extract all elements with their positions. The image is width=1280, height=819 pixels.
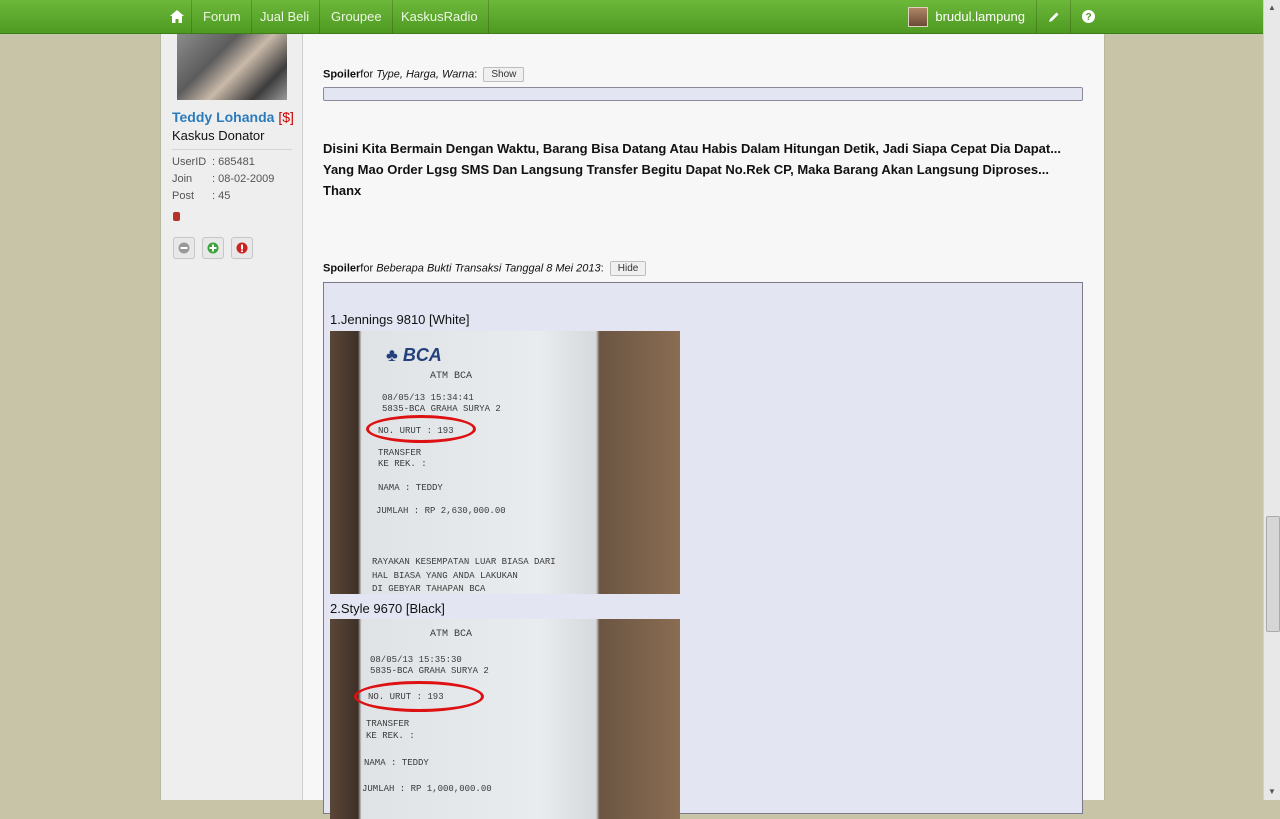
spoiler-hide-button[interactable]: Hide <box>609 261 647 276</box>
spoiler-header-1: Spoilerfor Type, Harga, Warna: Show <box>323 67 525 82</box>
spoiler-box-collapsed <box>323 87 1083 101</box>
receipt-line: ATM BCA <box>430 371 473 382</box>
scroll-down-arrow-icon[interactable]: ▼ <box>1264 784 1280 800</box>
stat-label: Join <box>172 173 193 185</box>
receipt-line: TRANSFER <box>366 719 410 729</box>
scrollbar-thumb[interactable] <box>1266 516 1280 632</box>
divider <box>172 149 292 150</box>
page-scrollbar[interactable]: ▲ ▼ <box>1263 0 1280 800</box>
add-chat-icon <box>207 242 219 254</box>
profile-title: Kaskus Donator <box>172 128 265 143</box>
spoiler-label: Spoiler <box>323 262 361 275</box>
item-label-1: 1.Jennings 9810 [White] <box>330 312 470 327</box>
receipt-line: KE REK. : <box>366 731 415 741</box>
spoiler-show-button[interactable]: Show <box>483 67 525 82</box>
receipt-line: KE REK. : <box>378 459 427 469</box>
post-text: Disini Kita Bermain Dengan Waktu, Barang… <box>323 141 1062 177</box>
receipt-image-1[interactable]: ♣ BCA ATM BCA 08/05/13 15:34:41 5835-BCA… <box>330 331 680 594</box>
block-icon <box>178 242 190 254</box>
nav-jual-beli[interactable]: Jual Beli <box>250 0 321 33</box>
spoiler-header-2: Spoilerfor Beberapa Bukti Transaksi Tang… <box>323 261 647 276</box>
stat-userid: UserID : 685481 <box>172 156 255 168</box>
receipt-line: NAMA : TEDDY <box>364 758 429 768</box>
profile-avatar[interactable] <box>177 34 287 100</box>
bca-logo: ♣ BCA <box>386 345 442 365</box>
receipt-line: 08/05/13 15:35:30 <box>370 655 462 665</box>
home-icon <box>170 10 184 23</box>
username: brudul.lampung <box>935 9 1025 24</box>
scroll-up-arrow-icon[interactable]: ▲ <box>1264 0 1280 16</box>
stat-value: : 08-02-2009 <box>212 173 275 185</box>
reputation-icon <box>173 212 180 221</box>
spoiler-box-expanded: 1.Jennings 9810 [White] ♣ BCA ATM BCA 08… <box>323 282 1083 819</box>
profile-name[interactable]: Teddy Lohanda [$] <box>172 109 294 125</box>
user-profile-sidebar: Teddy Lohanda [$] Kaskus Donator UserID … <box>161 34 303 800</box>
spoiler-title: Type, Harga, Warna <box>376 68 475 81</box>
donator-tag: [$] <box>278 109 294 125</box>
receipt-line: DI GEBYAR TAHAPAN BCA <box>372 584 486 594</box>
page-container: Teddy Lohanda [$] Kaskus Donator UserID … <box>160 34 1105 819</box>
spoiler-for: for <box>360 68 374 81</box>
alert-icon <box>236 242 248 254</box>
user-avatar <box>908 7 929 27</box>
receipt-line: TRANSFER <box>378 448 422 458</box>
receipt-image-2[interactable]: ATM BCA 08/05/13 15:35:30 5835-BCA GRAHA… <box>330 619 680 819</box>
report-button[interactable] <box>231 237 253 259</box>
pencil-icon <box>1049 12 1059 22</box>
stat-join: Join : 08-02-2009 <box>172 173 274 185</box>
red-circle-mark <box>366 415 476 443</box>
receipt-line: HAL BIASA YANG ANDA LAKUKAN <box>372 571 518 581</box>
ignore-user-button[interactable] <box>173 237 195 259</box>
post-paragraph: Disini Kita Bermain Dengan Waktu, Barang… <box>323 138 1083 201</box>
stat-post: Post : 45 <box>172 190 230 202</box>
item-label-2: 2.Style 9670 [Black] <box>330 601 445 616</box>
stat-value: : 45 <box>212 190 231 202</box>
stat-value: : 685481 <box>212 156 255 168</box>
help-button[interactable]: ? <box>1070 0 1105 33</box>
nav-kaskusradio[interactable]: KaskusRadio <box>391 0 489 33</box>
receipt-line: JUMLAH : RP 2,630,000.00 <box>376 506 506 516</box>
nav-groupee[interactable]: Groupee <box>321 0 393 33</box>
receipt-line: 08/05/13 15:34:41 <box>382 393 474 403</box>
post-text-thanks: Thanx <box>323 183 362 198</box>
question-icon: ? <box>1081 10 1095 23</box>
user-menu[interactable]: brudul.lampung <box>908 0 1025 33</box>
nav-forum[interactable]: Forum <box>193 0 252 33</box>
stat-label: UserID <box>172 156 207 168</box>
red-circle-mark <box>354 681 484 712</box>
home-button[interactable] <box>160 0 192 33</box>
spoiler-label: Spoiler <box>323 68 361 81</box>
add-reputation-button[interactable] <box>202 237 224 259</box>
spoiler-for: for <box>360 262 374 275</box>
spoiler-title: Beberapa Bukti Transaksi Tanggal 8 Mei 2… <box>376 262 601 275</box>
receipt-line: 5835-BCA GRAHA SURYA 2 <box>370 666 489 676</box>
receipt-line: RAYAKAN KESEMPATAN LUAR BIASA DARI <box>372 557 556 567</box>
profile-name-text[interactable]: Teddy Lohanda <box>172 109 274 125</box>
top-navbar: Forum Jual Beli Groupee KaskusRadio brud… <box>0 0 1264 34</box>
stat-label: Post <box>172 190 195 202</box>
svg-text:?: ? <box>1085 12 1091 23</box>
receipt-line: JUMLAH : RP 1,000,000.00 <box>362 784 492 794</box>
receipt-line: NAMA : TEDDY <box>378 483 443 493</box>
edit-button[interactable] <box>1036 0 1071 33</box>
receipt-line: ATM BCA <box>430 629 473 640</box>
receipt-line: 5835-BCA GRAHA SURYA 2 <box>382 404 501 414</box>
